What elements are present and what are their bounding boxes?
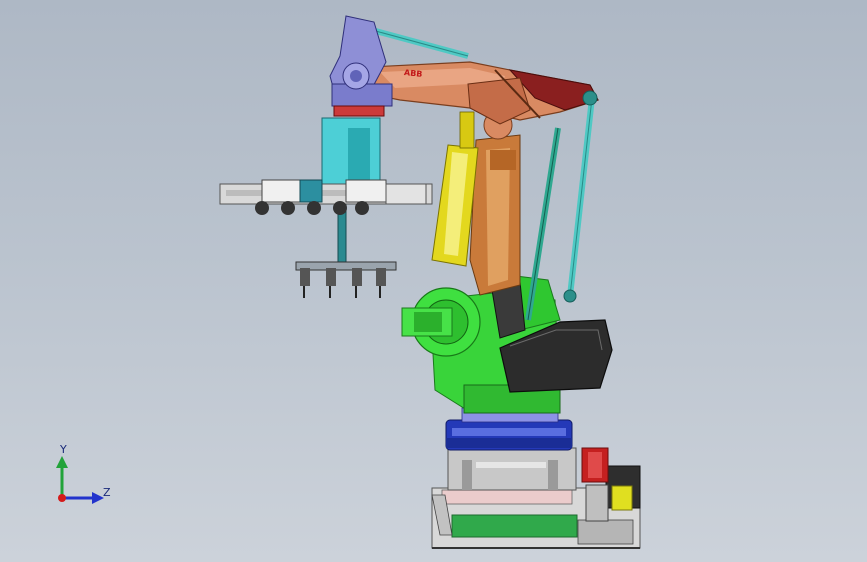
lower-suction-row[interactable] <box>300 268 386 298</box>
gripper-beam[interactable] <box>219 179 433 298</box>
lower-arm[interactable] <box>469 110 521 296</box>
origin-icon <box>58 494 66 502</box>
z-axis-label: Z <box>103 486 111 499</box>
y-axis-label: Y <box>60 443 67 456</box>
brand-label: ABB <box>403 68 423 79</box>
graphics-viewport[interactable]: ABB Y Z <box>0 0 867 562</box>
turntable[interactable] <box>445 407 573 451</box>
y-arrow-icon <box>56 456 68 468</box>
pedestal-frame[interactable] <box>447 447 577 491</box>
coordinate-triad <box>56 456 104 504</box>
robot-model[interactable] <box>0 0 867 562</box>
